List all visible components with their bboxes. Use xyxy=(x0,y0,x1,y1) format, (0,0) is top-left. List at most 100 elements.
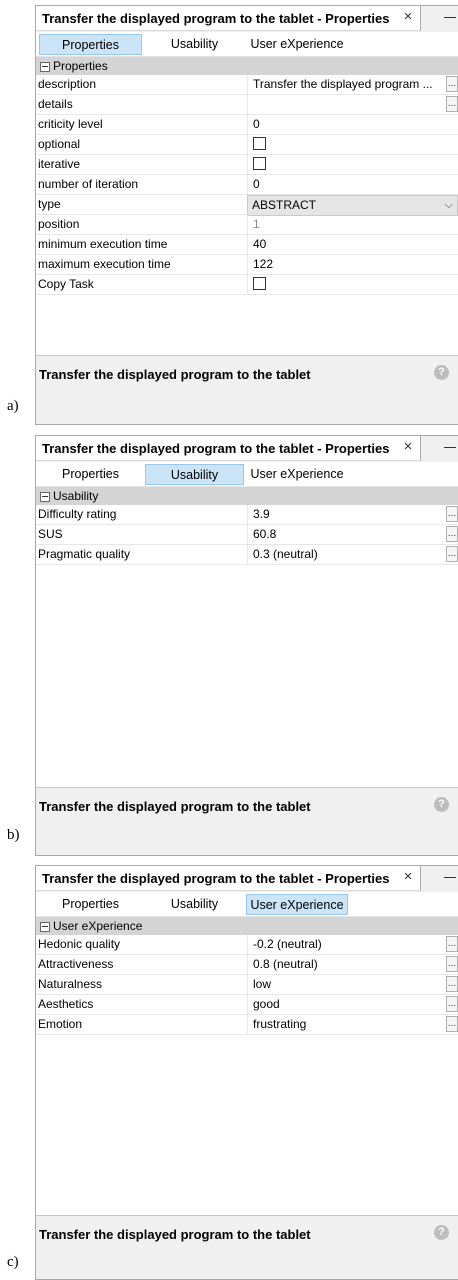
property-row-iterative[interactable]: iterative xyxy=(36,155,458,175)
section-header[interactable]: Usability xyxy=(36,487,458,505)
property-row-type[interactable]: type ABSTRACT ⌵ xyxy=(36,195,458,216)
property-row-hedonic-quality[interactable]: Hedonic quality -0.2 (neutral) ... xyxy=(36,935,458,955)
close-icon[interactable]: × xyxy=(400,8,416,26)
ellipsis-button[interactable]: ... xyxy=(446,546,458,562)
section-title: User eXperience xyxy=(53,919,143,933)
window-title-tab[interactable]: Transfer the displayed program to the ta… xyxy=(36,6,421,31)
property-row-description[interactable]: description Transfer the displayed progr… xyxy=(36,75,458,95)
property-value xyxy=(247,155,458,174)
property-value[interactable]: good xyxy=(247,995,444,1014)
property-value[interactable]: 3.9 xyxy=(247,505,444,524)
property-value[interactable]: -0.2 (neutral) xyxy=(247,935,444,954)
collapse-icon[interactable] xyxy=(40,491,50,502)
minimize-icon[interactable] xyxy=(444,447,456,448)
help-icon[interactable]: ? xyxy=(434,365,449,380)
tab-strip: Properties Usability User eXperience xyxy=(36,32,458,57)
property-row-attractiveness[interactable]: Attractiveness 0.8 (neutral) ... xyxy=(36,955,458,975)
tab-properties[interactable]: Properties xyxy=(39,894,142,915)
collapse-icon[interactable] xyxy=(40,921,50,932)
property-name: Difficulty rating xyxy=(38,507,117,521)
type-select-value: ABSTRACT xyxy=(252,198,317,212)
ellipsis-button[interactable]: ... xyxy=(446,96,458,112)
window-title-tab[interactable]: Transfer the displayed program to the ta… xyxy=(36,866,421,891)
tab-properties[interactable]: Properties xyxy=(39,34,142,55)
property-row-emotion[interactable]: Emotion frustrating ... xyxy=(36,1015,458,1035)
property-value[interactable]: 0 xyxy=(247,115,458,134)
property-row-position[interactable]: position 1 xyxy=(36,215,458,235)
collapse-icon[interactable] xyxy=(40,61,50,72)
property-row-copy-task[interactable]: Copy Task xyxy=(36,275,458,295)
ellipsis-button[interactable]: ... xyxy=(446,976,458,992)
property-value[interactable]: frustrating xyxy=(247,1015,444,1034)
copy-task-checkbox[interactable] xyxy=(253,277,266,290)
help-icon[interactable]: ? xyxy=(434,797,449,812)
panel-titlebar: Transfer the displayed program to the ta… xyxy=(36,6,458,32)
property-value[interactable]: 0.3 (neutral) xyxy=(247,545,444,564)
ellipsis-button[interactable]: ... xyxy=(446,936,458,952)
ellipsis-button[interactable]: ... xyxy=(446,1016,458,1032)
property-value[interactable]: low xyxy=(247,975,444,994)
property-row-criticity-level[interactable]: criticity level 0 xyxy=(36,115,458,135)
tab-properties[interactable]: Properties xyxy=(39,464,142,485)
property-value[interactable]: 0 xyxy=(247,175,458,194)
property-name: Copy Task xyxy=(38,277,94,291)
tab-strip: Properties Usability User eXperience xyxy=(36,892,458,917)
property-name: number of iteration xyxy=(38,177,139,191)
property-value[interactable]: 122 xyxy=(247,255,458,274)
property-name: iterative xyxy=(38,157,81,171)
tab-user-experience[interactable]: User eXperience xyxy=(246,894,348,915)
close-icon[interactable]: × xyxy=(400,868,416,886)
type-select[interactable]: ABSTRACT ⌵ xyxy=(247,195,458,216)
property-row-maximum-execution-time[interactable]: maximum execution time 122 xyxy=(36,255,458,275)
tab-strip: Properties Usability User eXperience xyxy=(36,462,458,487)
property-value[interactable]: 40 xyxy=(247,235,458,254)
tab-user-experience[interactable]: User eXperience xyxy=(246,464,348,485)
property-name: SUS xyxy=(38,527,63,541)
chevron-down-icon[interactable]: ⌵ xyxy=(445,196,453,215)
property-row-aesthetics[interactable]: Aesthetics good ... xyxy=(36,995,458,1015)
property-row-details[interactable]: details ... xyxy=(36,95,458,115)
panel-titlebar: Transfer the displayed program to the ta… xyxy=(36,436,458,462)
section-header[interactable]: User eXperience xyxy=(36,917,458,935)
ellipsis-button[interactable]: ... xyxy=(446,956,458,972)
property-row-sus[interactable]: SUS 60.8 ... xyxy=(36,525,458,545)
label-b: b) xyxy=(7,827,20,843)
property-name: Aesthetics xyxy=(38,997,94,1011)
close-icon[interactable]: × xyxy=(400,438,416,456)
property-value[interactable] xyxy=(247,95,444,114)
property-row-number-of-iteration[interactable]: number of iteration 0 xyxy=(36,175,458,195)
property-value[interactable]: Transfer the displayed program ... xyxy=(247,75,444,94)
properties-panel-a: Transfer the displayed program to the ta… xyxy=(35,5,458,425)
properties-panel-b: Transfer the displayed program to the ta… xyxy=(35,435,458,856)
ellipsis-button[interactable]: ... xyxy=(446,76,458,92)
tab-usability[interactable]: Usability xyxy=(145,464,244,485)
window-title: Transfer the displayed program to the ta… xyxy=(42,871,390,886)
ellipsis-button[interactable]: ... xyxy=(446,996,458,1012)
property-name: Hedonic quality xyxy=(38,937,121,951)
ellipsis-button[interactable]: ... xyxy=(446,526,458,542)
ellipsis-button[interactable]: ... xyxy=(446,506,458,522)
property-row-pragmatic-quality[interactable]: Pragmatic quality 0.3 (neutral) ... xyxy=(36,545,458,565)
minimize-icon[interactable] xyxy=(444,877,456,878)
property-row-naturalness[interactable]: Naturalness low ... xyxy=(36,975,458,995)
property-row-minimum-execution-time[interactable]: minimum execution time 40 xyxy=(36,235,458,255)
tab-usability[interactable]: Usability xyxy=(145,894,244,915)
tab-usability[interactable]: Usability xyxy=(145,34,244,55)
minimize-icon[interactable] xyxy=(444,17,456,18)
optional-checkbox[interactable] xyxy=(253,137,266,150)
iterative-checkbox[interactable] xyxy=(253,157,266,170)
window-title: Transfer the displayed program to the ta… xyxy=(42,11,390,26)
tab-user-experience[interactable]: User eXperience xyxy=(246,34,348,55)
property-value[interactable]: 60.8 xyxy=(247,525,444,544)
window-title-tab[interactable]: Transfer the displayed program to the ta… xyxy=(36,436,421,461)
help-icon[interactable]: ? xyxy=(434,1225,449,1240)
property-name: type xyxy=(38,197,61,211)
properties-panel-c: Transfer the displayed program to the ta… xyxy=(35,865,458,1280)
property-value[interactable]: 0.8 (neutral) xyxy=(247,955,444,974)
property-row-difficulty-rating[interactable]: Difficulty rating 3.9 ... xyxy=(36,505,458,525)
property-row-optional[interactable]: optional xyxy=(36,135,458,155)
property-name: position xyxy=(38,217,80,231)
description-area: Transfer the displayed program to the ta… xyxy=(36,787,458,855)
description-area: Transfer the displayed program to the ta… xyxy=(36,355,458,424)
section-header[interactable]: Properties xyxy=(36,57,458,75)
